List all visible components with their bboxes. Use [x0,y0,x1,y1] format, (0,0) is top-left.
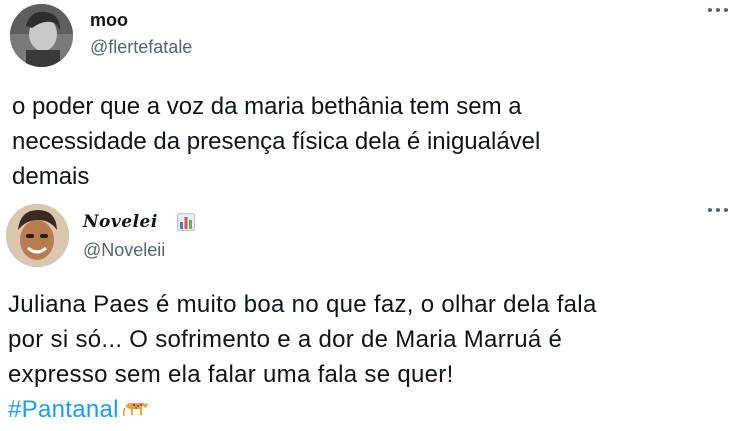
display-name[interactable]: Novelei [83,212,158,232]
leopard-emoji-icon [122,402,148,417]
tweet-text-line: Juliana Paes é muito boa no que faz, o o… [8,291,597,318]
display-name[interactable]: moo [90,10,128,31]
avatar[interactable] [6,204,69,267]
tweet-text-line: por si só... O sofrimento e a dor de Mar… [8,326,563,353]
tweet-text-line: expresso sem ela falar uma fala se quer! [8,361,454,388]
tweet-text: Juliana Paes é muito boa no que faz, o o… [8,287,738,427]
tweet-text-line: o poder que a voz da maria bethânia tem … [12,93,522,120]
tweet-text-line: necessidade da presença física dela é in… [12,128,541,155]
user-avatar-icon [10,4,73,67]
user-handle[interactable]: @flertefatale [90,37,192,58]
more-options-icon[interactable] [708,208,728,212]
hashtag-link[interactable]: #Pantanal [8,396,119,423]
avatar[interactable] [10,4,73,67]
user-avatar-icon [6,204,69,267]
more-options-icon[interactable] [708,8,728,12]
tweet-1: moo @flertefatale o poder que a voz da m… [0,0,750,200]
tweet-text-line: demais [12,163,90,190]
tweet-2: Novelei @Noveleii Juliana Paes é muito b… [0,200,750,431]
hashtag-line: #Pantanal [8,392,738,427]
user-handle[interactable]: @Noveleii [83,240,165,261]
tweet-text: o poder que a voz da maria bethânia tem … [12,89,732,194]
bar-chart-emoji-icon [177,213,195,231]
